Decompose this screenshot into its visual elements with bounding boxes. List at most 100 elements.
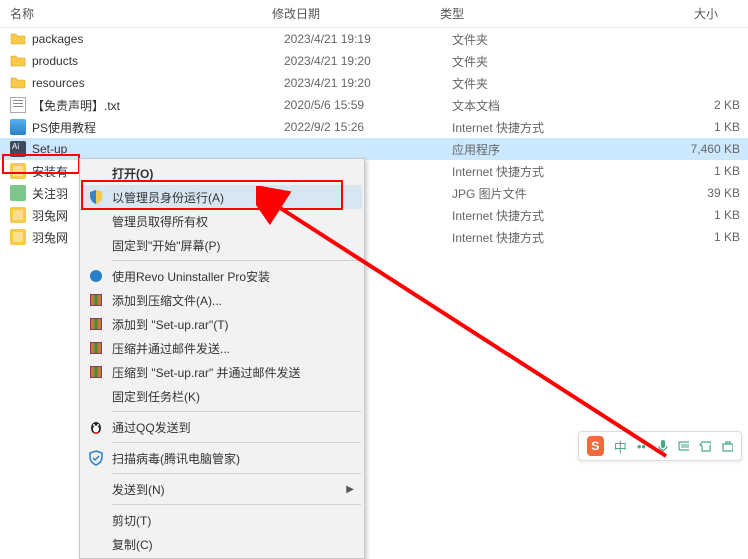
menu-item[interactable]: 扫描病毒(腾讯电脑管家): [82, 446, 362, 470]
menu-separator: [112, 504, 361, 505]
menu-item[interactable]: 固定到"开始"屏幕(P): [82, 233, 362, 257]
menu-item[interactable]: 剪切(T): [82, 508, 362, 532]
menu-item-label: 扫描病毒(腾讯电脑管家): [112, 450, 240, 467]
file-type: 文本文档: [452, 97, 650, 114]
menu-item-label: 压缩并通过邮件发送...: [112, 340, 230, 357]
file-name: PS使用教程: [32, 119, 284, 136]
ime-punct-icon[interactable]: ••: [637, 439, 646, 454]
submenu-arrow-icon: ▶: [346, 484, 354, 495]
jpg-file-icon: [10, 185, 26, 201]
file-date: 2023/4/21 19:20: [284, 54, 452, 68]
file-size: 1 KB: [650, 164, 740, 178]
file-type: JPG 图片文件: [452, 185, 650, 202]
menu-item[interactable]: 发送到(N) ▶: [82, 477, 362, 501]
menu-item-label: 添加到压缩文件(A)...: [112, 292, 222, 309]
menu-item[interactable]: 添加到压缩文件(A)...: [82, 288, 362, 312]
menu-item[interactable]: 管理员取得所有权: [82, 209, 362, 233]
menu-item-label: 固定到任务栏(K): [112, 388, 200, 405]
exe-file-icon: [10, 141, 26, 157]
file-size: 2 KB: [650, 98, 740, 112]
file-size: 1 KB: [650, 120, 740, 134]
menu-item-label: 管理员取得所有权: [112, 213, 208, 230]
menu-separator: [112, 411, 361, 412]
shield-icon: [88, 189, 104, 205]
rar-icon: [88, 292, 104, 308]
menu-item-label: 发送到(N): [112, 481, 165, 498]
col-name[interactable]: 名称: [10, 5, 272, 22]
menu-item-label: 固定到"开始"屏幕(P): [112, 237, 221, 254]
file-row[interactable]: Set-up 应用程序7,460 KB: [0, 138, 748, 160]
file-size: 7,460 KB: [650, 142, 740, 156]
menu-separator: [112, 442, 361, 443]
file-date: 2023/4/21 19:19: [284, 32, 452, 46]
menu-item-label: 通过QQ发送到: [112, 419, 191, 436]
sogou-logo-icon[interactable]: S: [587, 436, 604, 456]
menu-item[interactable]: 使用Revo Uninstaller Pro安装: [82, 264, 362, 288]
menu-separator: [112, 260, 361, 261]
tencent-shield-icon: [88, 450, 104, 466]
file-row[interactable]: PS使用教程2022/9/2 15:26Internet 快捷方式1 KB: [0, 116, 748, 138]
shortcut-icon: [10, 229, 26, 245]
folder-icon: [10, 53, 26, 69]
menu-item[interactable]: 通过QQ发送到: [82, 415, 362, 439]
folder-icon: [10, 75, 26, 91]
menu-item[interactable]: 复制(C): [82, 532, 362, 556]
menu-item[interactable]: 固定到任务栏(K): [82, 384, 362, 408]
menu-item-label: 复制(C): [112, 536, 153, 553]
menu-item-label: 压缩到 "Set-up.rar" 并通过邮件发送: [112, 364, 301, 381]
menu-item-label: 剪切(T): [112, 512, 151, 529]
file-type: 应用程序: [452, 141, 650, 158]
rar-icon: [88, 340, 104, 356]
file-name: products: [32, 54, 284, 68]
menu-separator: [112, 473, 361, 474]
menu-item[interactable]: 打开(O): [82, 161, 362, 185]
file-type: Internet 快捷方式: [452, 163, 650, 180]
file-type: Internet 快捷方式: [452, 229, 650, 246]
col-type[interactable]: 类型: [440, 5, 638, 22]
file-name: 【免责声明】.txt: [32, 97, 284, 114]
column-header-row: 名称 修改日期 类型 大小: [0, 0, 748, 28]
file-type: 文件夹: [452, 31, 650, 48]
menu-item[interactable]: 添加到 "Set-up.rar"(T): [82, 312, 362, 336]
menu-item-label: 打开(O): [112, 165, 153, 182]
file-row[interactable]: products2023/4/21 19:20文件夹: [0, 50, 748, 72]
file-size: 39 KB: [650, 186, 740, 200]
file-type: 文件夹: [452, 75, 650, 92]
file-size: 1 KB: [650, 230, 740, 244]
file-name: resources: [32, 76, 284, 90]
col-size[interactable]: 大小: [638, 5, 738, 22]
col-date[interactable]: 修改日期: [272, 5, 440, 22]
file-name: Set-up: [32, 142, 284, 156]
ime-toolbar[interactable]: S 中 ••: [578, 431, 742, 461]
skin-icon[interactable]: [699, 439, 711, 453]
menu-item[interactable]: 压缩并通过邮件发送...: [82, 336, 362, 360]
file-row[interactable]: packages2023/4/21 19:19文件夹: [0, 28, 748, 50]
file-type: Internet 快捷方式: [452, 119, 650, 136]
menu-item-label: 使用Revo Uninstaller Pro安装: [112, 268, 270, 285]
menu-item[interactable]: 以管理员身份运行(A): [82, 185, 362, 209]
file-date: 2022/9/2 15:26: [284, 120, 452, 134]
txt-file-icon: [10, 97, 26, 113]
file-type: 文件夹: [452, 53, 650, 70]
file-date: 2023/4/21 19:20: [284, 76, 452, 90]
menu-item-label: 以管理员身份运行(A): [112, 189, 224, 206]
file-row[interactable]: resources2023/4/21 19:20文件夹: [0, 72, 748, 94]
ime-lang[interactable]: 中: [614, 437, 627, 456]
file-row[interactable]: 【免责声明】.txt2020/5/6 15:59文本文档2 KB: [0, 94, 748, 116]
rar-icon: [88, 316, 104, 332]
file-type: Internet 快捷方式: [452, 207, 650, 224]
keyboard-icon[interactable]: [678, 439, 690, 453]
menu-item-label: 添加到 "Set-up.rar"(T): [112, 316, 229, 333]
menu-item[interactable]: 压缩到 "Set-up.rar" 并通过邮件发送: [82, 360, 362, 384]
file-size: 1 KB: [650, 208, 740, 222]
html-file-icon: [10, 119, 26, 135]
folder-icon: [10, 31, 26, 47]
toolbox-icon[interactable]: [721, 439, 733, 453]
file-date: 2020/5/6 15:59: [284, 98, 452, 112]
microphone-icon[interactable]: [656, 439, 668, 453]
rar-icon: [88, 364, 104, 380]
shortcut-icon: [10, 207, 26, 223]
file-name: packages: [32, 32, 284, 46]
shortcut-icon: [10, 163, 26, 179]
context-menu: 打开(O) 以管理员身份运行(A) 管理员取得所有权固定到"开始"屏幕(P) 使用Re…: [79, 158, 365, 559]
